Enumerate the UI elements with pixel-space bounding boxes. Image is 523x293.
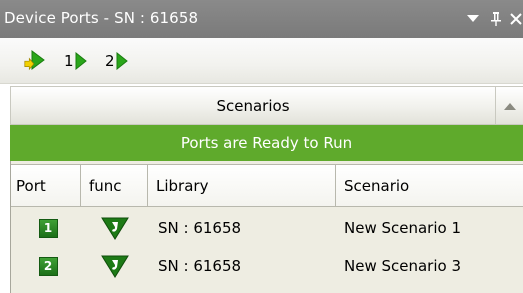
v-logo-icon xyxy=(100,255,129,278)
func-cell xyxy=(81,209,148,247)
run-port-2-button[interactable]: 2 xyxy=(105,50,128,72)
port-number-label: 1 xyxy=(64,52,74,70)
library-cell: SN : 61658 xyxy=(158,257,242,275)
window-close-button[interactable] xyxy=(505,0,523,38)
run-port-icon xyxy=(75,52,87,70)
dropdown-triangle-icon xyxy=(467,15,479,22)
column-header-library[interactable]: Library xyxy=(148,165,336,206)
window-title: Device Ports - SN : 61658 xyxy=(4,9,199,27)
pin-icon xyxy=(491,12,501,26)
column-header-scenario[interactable]: Scenario xyxy=(336,165,523,206)
port-cell: 1 xyxy=(11,209,81,247)
table-row[interactable]: 2 SN : 61658 New Scenario 3 xyxy=(11,247,523,285)
port-badge: 2 xyxy=(38,256,58,276)
run-all-ports-icon xyxy=(24,50,45,71)
section-title: Scenarios xyxy=(216,97,290,115)
collapse-button[interactable] xyxy=(495,87,523,124)
table-row[interactable]: 1 SN : 61658 New Scenario 1 xyxy=(11,209,523,247)
scenario-cell: New Scenario 1 xyxy=(344,219,462,237)
run-port-1-button[interactable]: 1 xyxy=(64,50,87,72)
window-dropdown-button[interactable] xyxy=(462,0,484,38)
func-cell xyxy=(81,247,148,285)
column-header-port[interactable]: Port xyxy=(11,165,81,206)
toolbar: 1 2 xyxy=(0,38,523,84)
port-badge: 1 xyxy=(38,218,58,238)
scenarios-section-header[interactable]: Scenarios xyxy=(10,86,523,125)
column-header-func[interactable]: func xyxy=(81,165,148,206)
window-pin-button[interactable] xyxy=(485,0,507,38)
port-cell: 2 xyxy=(11,247,81,285)
close-icon xyxy=(510,13,522,25)
table-header: Port func Library Scenario xyxy=(11,164,523,207)
window-title-bar: Device Ports - SN : 61658 xyxy=(0,0,523,38)
scenario-cell: New Scenario 3 xyxy=(344,257,462,275)
run-all-ports-button[interactable] xyxy=(24,50,46,72)
v-logo-icon xyxy=(100,217,129,240)
port-number-label: 2 xyxy=(105,52,115,70)
run-port-icon xyxy=(116,52,128,70)
chevron-up-icon xyxy=(504,102,516,110)
status-banner: Ports are Ready to Run xyxy=(10,125,523,161)
ports-table: Port func Library Scenario 1 SN : 61658 … xyxy=(10,161,523,293)
library-cell: SN : 61658 xyxy=(158,219,242,237)
